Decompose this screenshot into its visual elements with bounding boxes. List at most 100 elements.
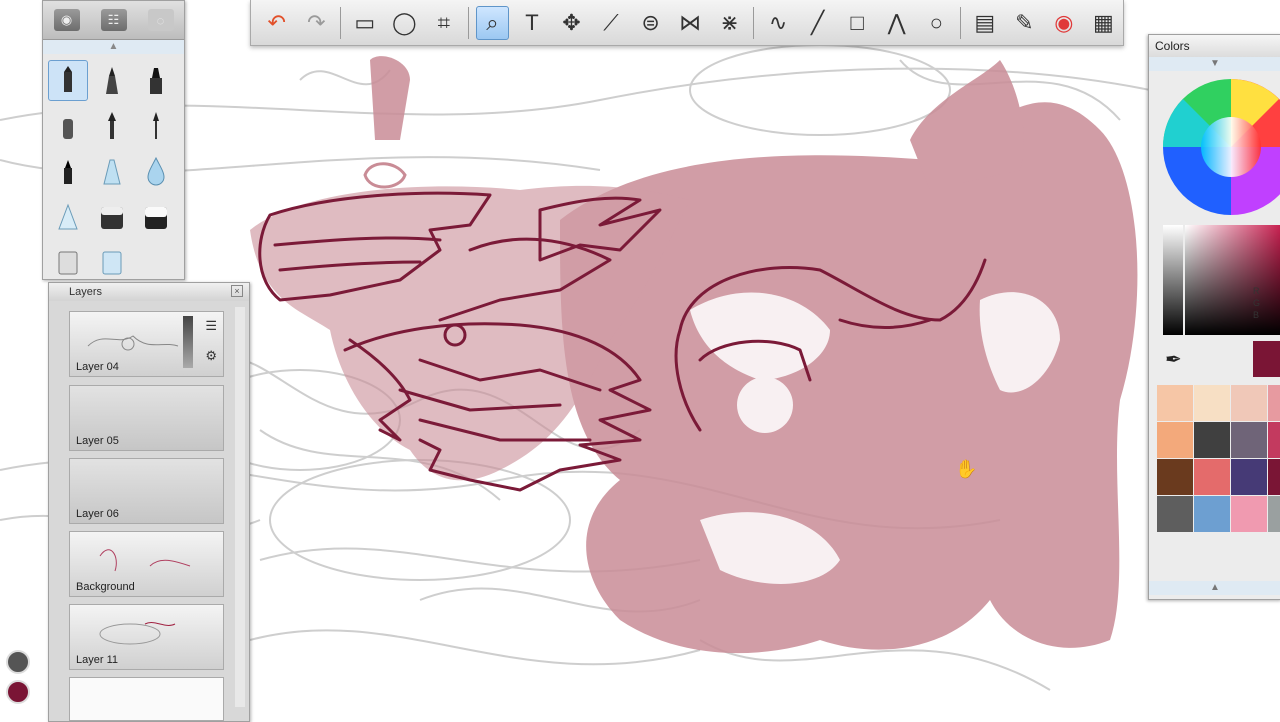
layer-item[interactable]: Layer 11 xyxy=(69,604,224,670)
pencil-brush-icon[interactable] xyxy=(48,60,88,101)
palettes-icon[interactable]: ▦ xyxy=(1087,6,1121,40)
color-wheel[interactable] xyxy=(1149,75,1280,215)
brush-grid xyxy=(43,54,184,287)
brushes-palette: ◉ ☷ ◌ ▲ xyxy=(42,0,185,280)
curve-icon[interactable]: ∿ xyxy=(761,6,795,40)
layer-item[interactable]: Layer 06 xyxy=(69,458,224,524)
water-drop-icon[interactable] xyxy=(134,148,178,193)
layer-options-icon[interactable]: ☰ xyxy=(205,318,217,334)
rgb-labels: R G B xyxy=(1253,285,1260,321)
colors-palette: Colors ▼ R G B ✒ ▲ xyxy=(1148,34,1280,600)
rect-shape-icon[interactable]: □ xyxy=(840,6,874,40)
top-toolbar: ↶ ↷ ▭ ◯ ⌗ ⌕ T ✥ ⟋ ⊜ ⋈ ⋇ ∿ ╱ □ ⋀ ○ ▤ ✎ ◉ ▦ xyxy=(250,0,1124,46)
rectangle-select-icon[interactable]: ▭ xyxy=(348,6,382,40)
eyedropper-icon[interactable]: ✒ xyxy=(1165,347,1182,372)
layer-item[interactable]: Layer 05 xyxy=(69,385,224,451)
scroll-up-icon[interactable]: ▲ xyxy=(43,40,184,54)
scroll-down-icon[interactable]: ▲ xyxy=(1149,581,1280,595)
brushes-icon[interactable]: ✎ xyxy=(1008,6,1042,40)
color-swatch[interactable] xyxy=(1268,385,1280,421)
color-indicator-icon[interactable] xyxy=(6,650,30,674)
brush-settings-icon[interactable]: ☷ xyxy=(100,9,127,31)
crop-icon[interactable]: ⌗ xyxy=(427,6,461,40)
hand-cursor-icon: ✋ xyxy=(955,458,977,479)
layer-thumbnail xyxy=(99,622,176,645)
color-indicator-icon[interactable] xyxy=(6,680,30,704)
paintbrush-icon[interactable] xyxy=(90,103,134,148)
undo-icon[interactable]: ↶ xyxy=(260,6,294,40)
texture-fill-icon[interactable] xyxy=(90,238,134,283)
value-slider[interactable] xyxy=(1163,225,1183,335)
fine-brush-icon[interactable] xyxy=(134,103,178,148)
hard-eraser-icon[interactable] xyxy=(134,193,178,238)
color-swatch[interactable] xyxy=(1194,422,1230,458)
layer-thumbnail xyxy=(99,549,191,572)
layers-palette: Layers × ☰ ⚙ Layer 04 Layer 05 Layer 06 … xyxy=(48,282,250,722)
layer-name: Layer 05 xyxy=(76,435,119,447)
layer-item[interactable]: ☰ ⚙ Layer 04 xyxy=(69,311,224,377)
color-swatch[interactable] xyxy=(1194,385,1230,421)
color-swatch[interactable] xyxy=(1268,459,1280,495)
color-swatch[interactable] xyxy=(1231,422,1267,458)
polyline-icon[interactable]: ⋀ xyxy=(880,6,914,40)
color-swatch[interactable] xyxy=(1157,385,1193,421)
color-swatch[interactable] xyxy=(1268,422,1280,458)
zoom-icon[interactable]: ⌕ xyxy=(475,5,510,40)
color-swatch[interactable] xyxy=(1194,496,1230,532)
chalk-icon[interactable] xyxy=(46,103,90,148)
ruler-icon[interactable]: ⟋ xyxy=(594,6,628,40)
lasso-select-icon[interactable]: ◯ xyxy=(388,6,422,40)
layer-item[interactable] xyxy=(69,677,224,721)
color-swatch[interactable] xyxy=(1157,422,1193,458)
color-swatches xyxy=(1157,385,1280,532)
left-edge-strip xyxy=(0,0,42,720)
symmetry-icon[interactable]: ⋈ xyxy=(673,6,707,40)
smudge-icon[interactable] xyxy=(46,193,90,238)
felt-pen-icon[interactable] xyxy=(46,148,90,193)
brush-options-icon[interactable]: ◌ xyxy=(147,9,174,31)
rgb-label-b: B xyxy=(1253,310,1260,320)
layer-name: Layer 06 xyxy=(76,508,119,520)
current-color-swatch[interactable] xyxy=(1253,341,1280,377)
layers-title-bar: Layers × xyxy=(49,283,249,301)
layer-opacity-slider[interactable] xyxy=(183,316,193,368)
brushes-header: ◉ ☷ ◌ xyxy=(43,1,184,40)
rgb-label-g: G xyxy=(1253,298,1261,308)
color-swatch[interactable] xyxy=(1194,459,1230,495)
color-wheel-icon[interactable]: ◉ xyxy=(1047,6,1081,40)
layer-name: Layer 11 xyxy=(76,654,118,666)
toolbar-separator xyxy=(960,6,961,39)
eraser-icon[interactable] xyxy=(90,193,134,238)
color-swatch[interactable] xyxy=(1268,496,1280,532)
color-swatch[interactable] xyxy=(1231,496,1267,532)
redo-icon[interactable]: ↷ xyxy=(300,6,334,40)
rgb-label-r: R xyxy=(1253,286,1260,296)
layers-title: Layers xyxy=(69,286,103,298)
color-swatch[interactable] xyxy=(1157,496,1193,532)
circle-shape-icon[interactable]: ○ xyxy=(919,6,953,40)
scroll-up-icon[interactable]: ▼ xyxy=(1149,57,1280,71)
ellipse-guide-icon[interactable]: ⊜ xyxy=(634,6,668,40)
layer-name: Layer 04 xyxy=(76,361,119,373)
line-icon[interactable]: ╱ xyxy=(801,6,835,40)
layers-scrollbar[interactable] xyxy=(235,307,245,707)
toolbar-separator xyxy=(467,6,469,39)
color-swatch[interactable] xyxy=(1157,459,1193,495)
layer-item[interactable]: Background xyxy=(69,531,224,597)
airbrush-icon[interactable] xyxy=(90,148,134,193)
marker-icon[interactable] xyxy=(134,58,178,103)
close-icon[interactable]: × xyxy=(231,285,243,297)
layer-settings-icon[interactable]: ⚙ xyxy=(205,348,217,364)
move-icon[interactable]: ✥ xyxy=(555,6,589,40)
layer-thumbnail xyxy=(87,335,179,351)
paste-icon[interactable]: ▤ xyxy=(968,6,1002,40)
colors-title: Colors xyxy=(1149,35,1280,57)
color-swatch[interactable] xyxy=(1231,385,1267,421)
ink-pen-icon[interactable] xyxy=(90,58,134,103)
distort-icon[interactable]: ⋇ xyxy=(713,6,747,40)
color-swatch[interactable] xyxy=(1231,459,1267,495)
saturation-box[interactable] xyxy=(1185,225,1280,335)
text-icon[interactable]: T xyxy=(515,6,549,40)
paint-bucket-icon[interactable] xyxy=(46,238,90,283)
brush-set-icon[interactable]: ◉ xyxy=(53,9,80,31)
